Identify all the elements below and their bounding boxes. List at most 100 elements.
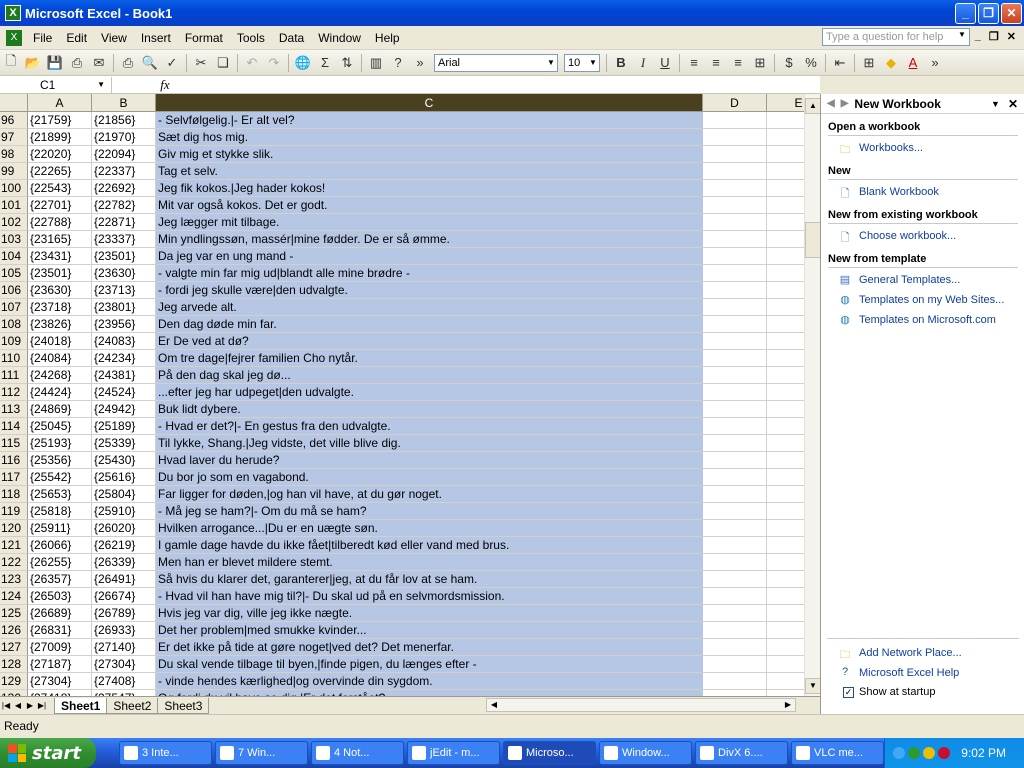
cell-a[interactable]: {24424} xyxy=(28,384,92,401)
cell-d[interactable] xyxy=(703,401,767,418)
cell-c[interactable]: Til lykke, Shang.|Jeg vidste, det ville … xyxy=(156,435,703,452)
help-icon[interactable]: ? xyxy=(387,52,409,74)
taskbar-button[interactable]: Window... xyxy=(599,741,692,765)
cell-e[interactable] xyxy=(767,656,804,673)
menu-window[interactable]: Window xyxy=(311,31,368,45)
cell-d[interactable] xyxy=(703,435,767,452)
cell-d[interactable] xyxy=(703,639,767,656)
forward-icon[interactable]: ▶ xyxy=(841,98,849,109)
cell-b[interactable]: {26339} xyxy=(92,554,156,571)
row-header[interactable]: 127 xyxy=(0,639,28,656)
cell-c[interactable]: Du skal vende tilbage til byen,|finde pi… xyxy=(156,656,703,673)
row-header[interactable]: 103 xyxy=(0,231,28,248)
cell-e[interactable] xyxy=(767,401,804,418)
cell-e[interactable] xyxy=(767,282,804,299)
cell-d[interactable] xyxy=(703,112,767,129)
font-size-select[interactable]: 10 ▼ xyxy=(564,53,600,72)
scroll-thumb[interactable] xyxy=(805,222,821,258)
tray-icon[interactable] xyxy=(938,747,951,759)
cell-a[interactable]: {23718} xyxy=(28,299,92,316)
cell-e[interactable] xyxy=(767,452,804,469)
indent-icon[interactable]: ⇤ xyxy=(829,52,851,74)
cell-e[interactable] xyxy=(767,503,804,520)
cell-e[interactable] xyxy=(767,214,804,231)
italic-icon[interactable]: I xyxy=(632,52,654,74)
cell-a[interactable]: {26831} xyxy=(28,622,92,639)
cell-a[interactable]: {25356} xyxy=(28,452,92,469)
cell-c[interactable]: Jeg fik kokos.|Jeg hader kokos! xyxy=(156,180,703,197)
cell-c[interactable]: ...efter jeg har udpeget|den udvalgte. xyxy=(156,384,703,401)
cell-e[interactable] xyxy=(767,588,804,605)
cell-c[interactable]: - fordi jeg skulle være|den udvalgte. xyxy=(156,282,703,299)
sheet-tab-2[interactable]: Sheet2 xyxy=(106,697,159,714)
row-header[interactable]: 105 xyxy=(0,265,28,282)
prev-sheet-icon[interactable]: ◀ xyxy=(12,701,24,710)
row-header[interactable]: 114 xyxy=(0,418,28,435)
cell-b[interactable]: {22094} xyxy=(92,146,156,163)
cell-e[interactable] xyxy=(767,435,804,452)
row-header[interactable]: 109 xyxy=(0,333,28,350)
cell-b[interactable]: {24381} xyxy=(92,367,156,384)
cell-c[interactable]: Jeg arvede alt. xyxy=(156,299,703,316)
cell-e[interactable] xyxy=(767,367,804,384)
taskbar-button[interactable]: Microso... xyxy=(503,741,596,765)
cell-d[interactable] xyxy=(703,231,767,248)
row-header[interactable]: 129 xyxy=(0,673,28,690)
cell-b[interactable]: {23501} xyxy=(92,248,156,265)
column-header-b[interactable]: B xyxy=(92,94,156,112)
cell-a[interactable]: {22701} xyxy=(28,197,92,214)
back-icon[interactable]: ◀ xyxy=(827,98,835,109)
cell-b[interactable]: {23801} xyxy=(92,299,156,316)
cell-b[interactable]: {24942} xyxy=(92,401,156,418)
cell-e[interactable] xyxy=(767,146,804,163)
cell-e[interactable] xyxy=(767,112,804,129)
cell-b[interactable]: {26219} xyxy=(92,537,156,554)
row-header[interactable]: 119 xyxy=(0,503,28,520)
cell-b[interactable]: {27140} xyxy=(92,639,156,656)
row-header[interactable]: 121 xyxy=(0,537,28,554)
tray-icon[interactable] xyxy=(893,747,906,759)
scroll-down-icon[interactable]: ▼ xyxy=(805,678,821,694)
cell-c[interactable]: - valgte min far mig ud|blandt alle mine… xyxy=(156,265,703,282)
cell-e[interactable] xyxy=(767,265,804,282)
row-header[interactable]: 99 xyxy=(0,163,28,180)
cell-c[interactable]: Hvilken arrogance...|Du er en uægte søn. xyxy=(156,520,703,537)
new-icon[interactable]: 🗋 xyxy=(0,52,22,74)
align-left-icon[interactable]: ≡ xyxy=(683,52,705,74)
cell-a[interactable]: {25193} xyxy=(28,435,92,452)
open-icon[interactable]: 📂 xyxy=(22,52,44,74)
borders-icon[interactable]: ⊞ xyxy=(858,52,880,74)
task-pane-link[interactable]: 🗋 Blank Workbook xyxy=(821,182,1024,202)
cell-e[interactable] xyxy=(767,605,804,622)
scroll-up-icon[interactable]: ▲ xyxy=(805,98,821,114)
cell-a[interactable]: {25045} xyxy=(28,418,92,435)
align-right-icon[interactable]: ≡ xyxy=(727,52,749,74)
last-sheet-icon[interactable]: ▶| xyxy=(36,701,48,710)
cell-c[interactable]: Men han er blevet mildere stemt. xyxy=(156,554,703,571)
cell-d[interactable] xyxy=(703,452,767,469)
cell-e[interactable] xyxy=(767,537,804,554)
cell-d[interactable] xyxy=(703,333,767,350)
row-header[interactable]: 118 xyxy=(0,486,28,503)
vertical-scrollbar[interactable]: ▲ ▼ xyxy=(804,94,821,696)
cell-c[interactable]: - Hvad vil han have mig til?|- Du skal u… xyxy=(156,588,703,605)
cell-b[interactable]: {21856} xyxy=(92,112,156,129)
cell-d[interactable] xyxy=(703,469,767,486)
cell-a[interactable]: {22788} xyxy=(28,214,92,231)
cell-d[interactable] xyxy=(703,588,767,605)
font-name-select[interactable]: Arial ▼ xyxy=(434,53,558,72)
cell-a[interactable]: {23431} xyxy=(28,248,92,265)
show-at-startup-checkbox[interactable]: ✓ Show at startup xyxy=(821,683,1024,701)
help-search-input[interactable]: Type a question for help xyxy=(822,28,970,46)
cell-b[interactable]: {26933} xyxy=(92,622,156,639)
menu-edit[interactable]: Edit xyxy=(59,31,94,45)
cell-e[interactable] xyxy=(767,248,804,265)
sheet-tab-3[interactable]: Sheet3 xyxy=(157,697,210,714)
autosum-icon[interactable]: Σ xyxy=(314,52,336,74)
cell-e[interactable] xyxy=(767,469,804,486)
cell-c[interactable]: - Hvad er det?|- En gestus fra den udval… xyxy=(156,418,703,435)
row-header[interactable]: 123 xyxy=(0,571,28,588)
name-box[interactable]: C1 ▼ xyxy=(0,76,112,93)
cell-d[interactable] xyxy=(703,554,767,571)
cell-c[interactable]: - vinde hendes kærlighed|og overvinde di… xyxy=(156,673,703,690)
